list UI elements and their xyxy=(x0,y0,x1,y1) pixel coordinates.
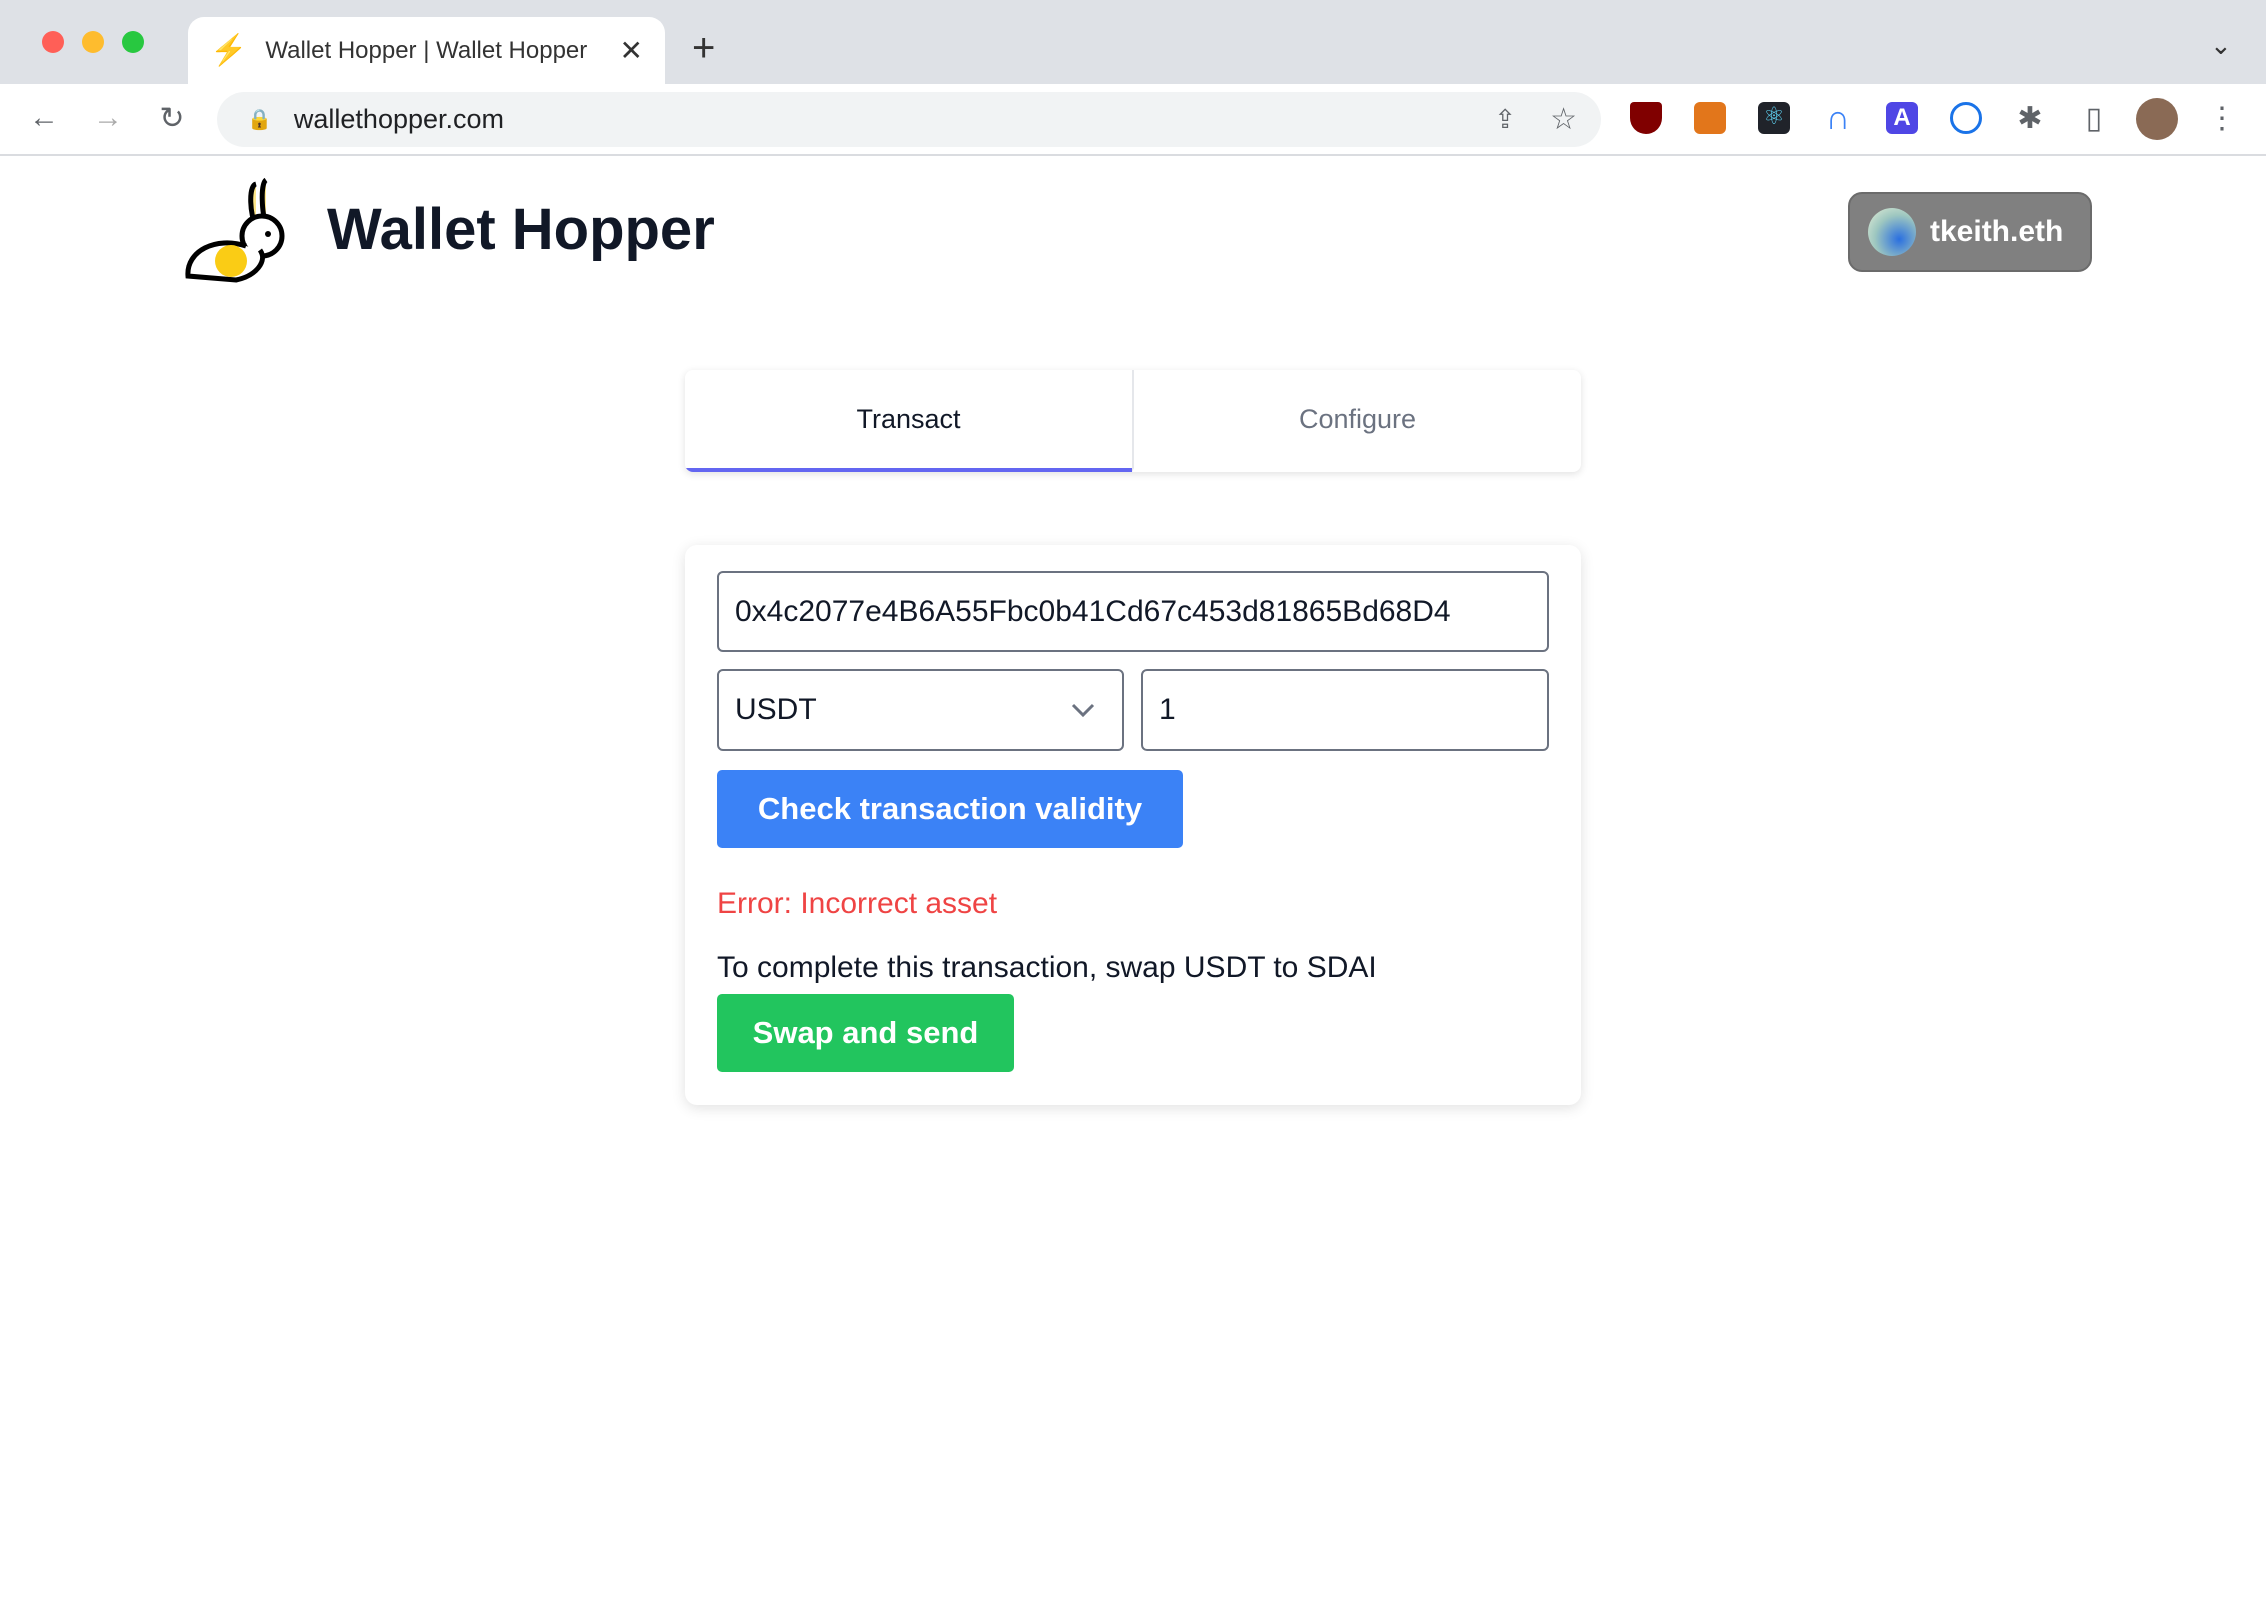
chevron-down-icon xyxy=(1071,703,1095,718)
check-validity-button[interactable]: Check transaction validity xyxy=(717,770,1183,848)
bolt-icon: ⚡ xyxy=(210,34,248,67)
asset-select[interactable]: USDT xyxy=(717,669,1124,751)
app-title: Wallet Hopper xyxy=(327,197,715,262)
account-button[interactable]: tkeith.eth xyxy=(1848,192,2092,272)
browser-tab[interactable]: ⚡ Wallet Hopper | Wallet Hopper ✕ xyxy=(188,17,665,84)
share-icon[interactable]: ⇪ xyxy=(1494,104,1516,135)
profile-avatar[interactable] xyxy=(2136,98,2178,140)
side-panel-icon[interactable]: ▯ xyxy=(2076,100,2112,136)
account-avatar xyxy=(1868,208,1916,256)
maximize-window-button[interactable] xyxy=(122,31,144,53)
address-bar[interactable]: 🔒 wallethopper.com ⇪ ☆ xyxy=(217,92,1601,147)
tab-title: Wallet Hopper | Wallet Hopper xyxy=(265,36,588,64)
metamask-icon[interactable] xyxy=(1694,102,1726,134)
minimize-window-button[interactable] xyxy=(82,31,104,53)
bookmark-star-icon[interactable]: ☆ xyxy=(1550,102,1577,137)
swap-instruction: To complete this transaction, swap USDT … xyxy=(717,951,1377,984)
lock-icon: 🔒 xyxy=(247,109,272,131)
asset-select-value: USDT xyxy=(735,693,817,726)
extensions-puzzle-icon[interactable]: ✱ xyxy=(2012,100,2048,136)
error-message: Error: Incorrect asset xyxy=(717,887,998,920)
tab-list-chevron-icon[interactable]: ⌄ xyxy=(2210,30,2232,61)
forward-icon[interactable]: → xyxy=(90,100,126,136)
tab-transact[interactable]: Transact xyxy=(685,370,1132,472)
menu-kebab-icon[interactable]: ⋮ xyxy=(2204,100,2240,136)
swap-and-send-button[interactable]: Swap and send xyxy=(717,994,1014,1072)
tab-group: Transact Configure xyxy=(685,370,1581,472)
a-extension-icon[interactable]: A xyxy=(1886,102,1918,134)
tab-configure[interactable]: Configure xyxy=(1132,370,1581,472)
reload-icon[interactable]: ↻ xyxy=(154,100,190,136)
ublock-icon[interactable] xyxy=(1630,102,1662,134)
new-tab-button[interactable]: + xyxy=(692,26,715,71)
close-window-button[interactable] xyxy=(42,31,64,53)
back-icon[interactable]: ← xyxy=(26,100,62,136)
react-devtools-icon[interactable]: ⚛ xyxy=(1758,102,1790,134)
transaction-card: 0x4c2077e4B6A55Fbc0b41Cd67c453d81865Bd68… xyxy=(685,545,1581,1105)
close-tab-icon[interactable]: ✕ xyxy=(620,34,643,67)
account-name: tkeith.eth xyxy=(1930,215,2064,248)
arc-icon[interactable]: ∩ xyxy=(1822,101,1854,135)
amount-input[interactable]: 1 xyxy=(1141,669,1549,751)
rabbit-logo-icon xyxy=(185,177,285,283)
recipient-address-input[interactable]: 0x4c2077e4B6A55Fbc0b41Cd67c453d81865Bd68… xyxy=(717,571,1549,652)
1password-icon[interactable] xyxy=(1950,102,1982,134)
url-text: wallethopper.com xyxy=(293,104,505,134)
